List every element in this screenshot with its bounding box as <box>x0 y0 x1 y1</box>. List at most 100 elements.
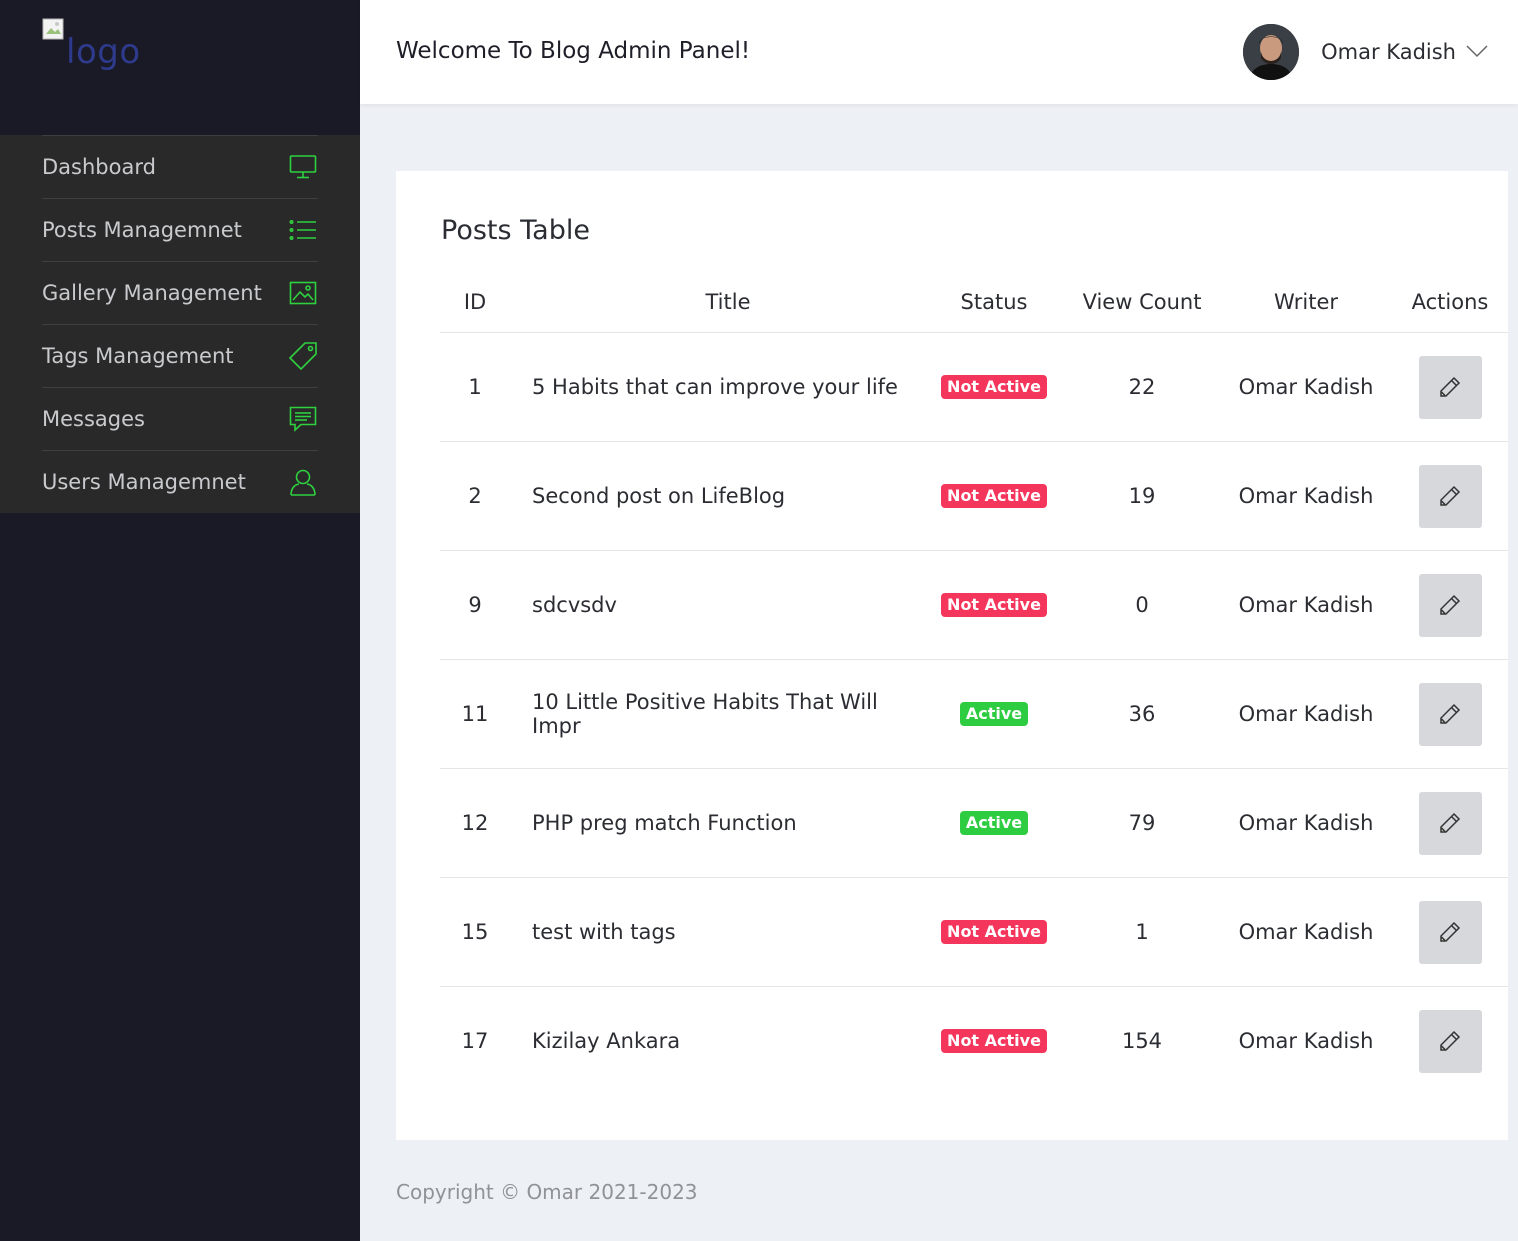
cell-title: 5 Habits that can improve your life <box>532 375 898 399</box>
sidebar-item-dashboard[interactable]: Dashboard <box>42 135 318 198</box>
cell-view-count: 154 <box>1121 1029 1163 1053</box>
tag-icon <box>288 341 318 371</box>
cell-writer: Omar Kadish <box>1238 484 1374 508</box>
edit-button[interactable] <box>1418 900 1482 964</box>
table-body: 1 5 Habits that can improve your life Not … <box>440 333 1508 1095</box>
page-title: Welcome To Blog Admin Panel! <box>396 38 751 64</box>
column-header-title: Title <box>705 289 751 314</box>
pencil-icon <box>1438 920 1462 944</box>
cell-id: 11 <box>461 702 489 726</box>
status-badge: Not Active <box>941 920 1047 944</box>
table-row: 1 5 Habits that can improve your life Not … <box>440 333 1508 442</box>
cell-status: Not Active <box>924 920 1064 944</box>
cell-title: Second post on LifeBlog <box>532 484 786 508</box>
message-icon <box>288 404 318 434</box>
column-header-status: Status <box>960 289 1028 314</box>
status-badge: Not Active <box>941 484 1047 508</box>
avatar[interactable] <box>1243 24 1300 80</box>
cell-status: Not Active <box>924 593 1064 617</box>
pencil-icon <box>1438 593 1462 617</box>
cell-status: Active <box>924 811 1064 835</box>
table-row: 15 test with tags Not Active 1 Omar Kadish <box>440 878 1508 987</box>
cell-status: Active <box>924 702 1064 726</box>
status-badge: Active <box>959 702 1029 726</box>
cell-actions <box>1392 900 1508 964</box>
cell-id: 9 <box>468 593 482 617</box>
posts-table: ID Title Status View Count Writer Action… <box>440 271 1508 1095</box>
sidebar-item-users[interactable]: Users Managemnet <box>42 450 318 513</box>
status-badge: Active <box>959 811 1029 835</box>
cell-actions <box>1392 464 1508 528</box>
logo-alt-text: logo <box>66 32 141 72</box>
sidebar-item-gallery[interactable]: Gallery Management <box>42 261 318 324</box>
cell-view-count: 22 <box>1128 375 1156 399</box>
edit-button[interactable] <box>1418 791 1482 855</box>
cell-status: Not Active <box>924 1029 1064 1053</box>
user-menu[interactable]: Omar Kadish <box>1243 24 1488 80</box>
sidebar-item-tags[interactable]: Tags Management <box>42 324 318 387</box>
column-header-view-count: View Count <box>1082 289 1202 314</box>
column-header-writer: Writer <box>1273 289 1339 314</box>
edit-button[interactable] <box>1418 1009 1482 1073</box>
list-icon <box>288 215 318 245</box>
edit-button[interactable] <box>1418 682 1482 746</box>
column-header-id: ID <box>463 289 487 314</box>
cell-title: Kizilay Ankara <box>532 1029 681 1053</box>
cell-id: 2 <box>468 484 482 508</box>
cell-id: 12 <box>461 811 489 835</box>
sidebar-item-label: Messages <box>42 407 145 431</box>
chevron-down-icon[interactable] <box>1466 43 1488 62</box>
status-badge: Not Active <box>941 375 1047 399</box>
sidebar: logo Dashboard Posts Managemnet Gallery … <box>0 0 360 1241</box>
image-icon <box>288 278 318 308</box>
cell-writer: Omar Kadish <box>1238 593 1374 617</box>
pencil-icon <box>1438 811 1462 835</box>
cell-view-count: 36 <box>1128 702 1156 726</box>
pencil-icon <box>1438 484 1462 508</box>
table-row: 12 PHP preg match Function Active 79 Omar Ka… <box>440 769 1508 878</box>
cell-status: Not Active <box>924 375 1064 399</box>
cell-actions <box>1392 573 1508 637</box>
cell-view-count: 19 <box>1128 484 1156 508</box>
edit-button[interactable] <box>1418 464 1482 528</box>
cell-title: test with tags <box>532 920 676 944</box>
top-header: Welcome To Blog Admin Panel! Omar Kadish <box>360 0 1518 104</box>
sidebar-nav: Dashboard Posts Managemnet Gallery Manag… <box>0 135 360 513</box>
cell-id: 17 <box>461 1029 489 1053</box>
pencil-icon <box>1438 1029 1462 1053</box>
cell-view-count: 0 <box>1135 593 1149 617</box>
cell-title: 10 Little Positive Habits That Will Impr <box>532 690 878 738</box>
logo[interactable]: logo <box>42 18 182 88</box>
edit-button[interactable] <box>1418 355 1482 419</box>
sidebar-item-label: Dashboard <box>42 155 156 179</box>
cell-writer: Omar Kadish <box>1238 811 1374 835</box>
sidebar-item-label: Users Managemnet <box>42 470 246 494</box>
cell-writer: Omar Kadish <box>1238 1029 1374 1053</box>
cell-actions <box>1392 682 1508 746</box>
sidebar-item-label: Gallery Management <box>42 281 262 305</box>
pencil-icon <box>1438 702 1462 726</box>
table-row: 17 Kizilay Ankara Not Active 154 Omar Kadish <box>440 987 1508 1095</box>
cell-actions <box>1392 1009 1508 1073</box>
cell-title: sdcvsdv <box>532 593 617 617</box>
cell-actions <box>1392 355 1508 419</box>
cell-id: 1 <box>468 375 482 399</box>
sidebar-item-posts[interactable]: Posts Managemnet <box>42 198 318 261</box>
sidebar-item-messages[interactable]: Messages <box>42 387 318 450</box>
sidebar-item-label: Tags Management <box>42 344 234 368</box>
cell-view-count: 1 <box>1135 920 1149 944</box>
pencil-icon <box>1438 375 1462 399</box>
table-row: 9 sdcvsdv Not Active 0 Omar Kadish <box>440 551 1508 660</box>
edit-button[interactable] <box>1418 573 1482 637</box>
cell-writer: Omar Kadish <box>1238 702 1374 726</box>
card-title: Posts Table <box>441 215 590 246</box>
status-badge: Not Active <box>941 1029 1047 1053</box>
user-icon <box>288 467 318 497</box>
monitor-icon <box>288 152 318 182</box>
cell-title: PHP preg match Function <box>532 811 797 835</box>
cell-writer: Omar Kadish <box>1238 920 1374 944</box>
status-badge: Not Active <box>941 593 1047 617</box>
table-row: 11 10 Little Positive Habits That Will Im… <box>440 660 1508 769</box>
column-header-actions: Actions <box>1411 289 1489 314</box>
cell-writer: Omar Kadish <box>1238 375 1374 399</box>
